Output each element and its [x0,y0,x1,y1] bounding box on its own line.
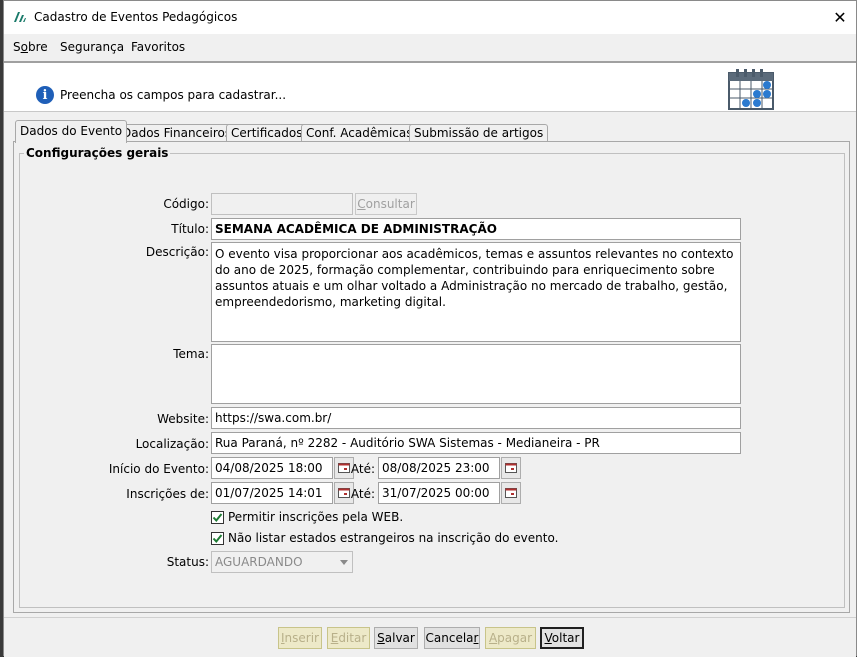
menu-seguranca[interactable]: Segurança [60,40,124,54]
voltar-button[interactable]: Voltar [540,627,584,649]
salvar-button[interactable]: Salvar [374,627,418,649]
nao-listar-estrangeiros-label: Não listar estados estrangeiros na inscr… [228,531,559,545]
footer-toolbar: Inserir Editar Salvar Cancelar Apagar Vo… [4,617,856,657]
tema-field[interactable] [211,344,741,404]
website-label: Website: [157,412,209,426]
status-value: AGUARDANDO [215,555,303,569]
header-panel: i Preencha os campos para cadastrar... [4,61,856,112]
localizacao-label: Localização: [135,437,209,451]
cancelar-button[interactable]: Cancelar [424,627,480,649]
inicio-ate-field[interactable]: 08/08/2025 23:00 [378,457,500,479]
menu-bar: Sobre Segurança Favoritos [4,34,856,61]
check-icon [212,534,223,544]
title-bar: Cadastro de Eventos Pedagógicos ✕ [4,1,856,34]
chevron-down-icon [340,560,348,565]
calendar-icon [505,488,517,498]
inscricoes-ate-label: Até: [350,487,375,501]
website-field[interactable]: https://swa.com.br/ [211,407,741,429]
titulo-label: Título: [171,222,209,236]
calendar-icon [505,463,517,473]
codigo-label: Código: [163,197,209,211]
group-title: Configurações gerais [24,146,171,160]
close-icon: ✕ [833,8,847,27]
localizacao-field[interactable]: Rua Paraná, nº 2282 - Auditório SWA Sist… [211,432,741,454]
apagar-button[interactable]: Apagar [485,627,536,649]
consultar-button[interactable]: Consultar [355,193,417,215]
descricao-label: Descrição: [145,245,209,259]
tab-dados-evento[interactable]: Dados do Evento [15,120,128,143]
status-label: Status: [166,555,209,569]
codigo-field[interactable] [211,193,353,215]
permitir-web-checkbox[interactable] [211,511,224,524]
tema-label: Tema: [173,347,209,361]
descricao-field[interactable]: O evento visa proporcionar aos acadêmico… [211,242,741,342]
menu-sobre[interactable]: Sobre [13,40,48,54]
editar-button[interactable]: Editar [327,627,370,649]
close-button[interactable]: ✕ [824,1,856,34]
inscricoes-ate-field[interactable]: 31/07/2025 00:00 [378,482,500,504]
check-icon [212,513,223,523]
nao-listar-estrangeiros-checkbox[interactable] [211,532,224,545]
inicio-ate-label: Até: [350,462,375,476]
inicio-label: Início do Evento: [108,462,209,476]
main-window: Cadastro de Eventos Pedagógicos ✕ Sobre … [3,0,857,657]
status-select[interactable]: AGUARDANDO [211,551,353,573]
inscricoes-ate-calendar-button[interactable] [501,482,521,504]
menu-favoritos[interactable]: Favoritos [131,40,185,54]
window-title: Cadastro de Eventos Pedagógicos [34,10,238,24]
inserir-button[interactable]: Inserir [278,627,322,649]
permitir-web-label: Permitir inscrições pela WEB. [228,510,404,524]
calendar-header-icon [728,69,774,110]
inscricoes-label: Inscrições de: [126,487,209,501]
tab-panel: Configurações gerais Código: Consultar T… [13,141,850,613]
inicio-ate-calendar-button[interactable] [501,457,521,479]
info-icon: i [36,86,54,104]
app-logo-icon [14,12,26,22]
header-message: Preencha os campos para cadastrar... [60,88,287,102]
titulo-field[interactable]: SEMANA ACADÊMICA DE ADMINISTRAÇÃO [211,218,741,240]
